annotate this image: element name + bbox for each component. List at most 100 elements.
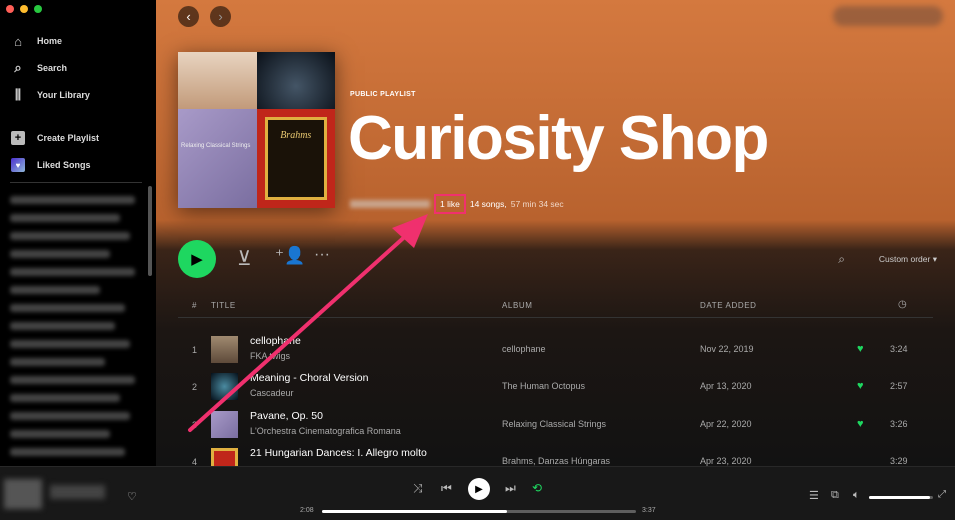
playlist-item[interactable] bbox=[10, 214, 120, 222]
cover-art bbox=[256, 52, 335, 109]
col-album[interactable]: ALBUM bbox=[502, 301, 533, 310]
playlist-item[interactable] bbox=[10, 232, 130, 240]
playlist-item[interactable] bbox=[10, 304, 125, 312]
playlist-duration: 57 min 34 sec bbox=[510, 199, 564, 209]
playlist-item[interactable] bbox=[10, 430, 110, 438]
track-album[interactable]: Relaxing Classical Strings bbox=[502, 419, 606, 429]
liked-songs-button[interactable]: ♥ Liked Songs bbox=[10, 157, 91, 173]
fullscreen-icon[interactable]: ⤢ bbox=[938, 489, 946, 500]
playlist-item[interactable] bbox=[10, 376, 135, 384]
track-number: 4 bbox=[192, 457, 198, 466]
table-header: # TITLE ALBUM DATE ADDED ◷ bbox=[178, 298, 933, 318]
play-pause-button[interactable]: ▶ bbox=[468, 478, 490, 500]
sort-label: Custom order bbox=[878, 254, 931, 264]
close-window-button[interactable] bbox=[6, 5, 14, 13]
track-duration: 2:57 bbox=[890, 381, 908, 391]
like-heart-icon[interactable]: ♡ bbox=[127, 490, 137, 503]
next-icon[interactable]: ⏭ bbox=[505, 481, 516, 496]
table-row[interactable]: 2 Meaning - Choral Version Cascadeur The… bbox=[178, 368, 933, 405]
progress-bar[interactable] bbox=[322, 510, 636, 513]
playlist-item[interactable] bbox=[10, 250, 110, 258]
playlist-item[interactable] bbox=[10, 286, 100, 294]
plus-icon: + bbox=[11, 131, 25, 145]
forward-button[interactable]: › bbox=[210, 6, 231, 27]
playlist-type: PUBLIC PLAYLIST bbox=[350, 91, 416, 98]
playlist-item[interactable] bbox=[10, 268, 135, 276]
playlist-item[interactable] bbox=[10, 358, 105, 366]
volume-icon[interactable]: 🔈︎ bbox=[853, 489, 860, 502]
queue-icon[interactable]: ☰ bbox=[809, 489, 819, 502]
track-album[interactable]: cellophane bbox=[502, 344, 546, 354]
date-added: Apr 13, 2020 bbox=[700, 381, 752, 391]
heart-icon[interactable]: ♥ bbox=[857, 343, 864, 355]
search-in-playlist-button[interactable]: ⌕ bbox=[838, 252, 845, 267]
add-user-icon: ⁺👤 bbox=[275, 246, 306, 265]
nav-label: Your Library bbox=[37, 90, 90, 100]
sidebar-item-search[interactable]: ⌕ Search bbox=[10, 60, 67, 76]
playlist-item[interactable] bbox=[10, 412, 130, 420]
table-row[interactable]: 1 cellophane FKA twigs cellophane Nov 22… bbox=[178, 331, 933, 368]
track-art bbox=[211, 448, 238, 466]
window-controls bbox=[6, 5, 42, 13]
add-user-button[interactable]: ⁺👤 bbox=[275, 246, 305, 266]
volume-slider[interactable] bbox=[869, 496, 933, 499]
track-album[interactable]: The Human Octopus bbox=[502, 381, 585, 391]
track-title[interactable]: cellophane bbox=[250, 335, 301, 347]
col-date[interactable]: DATE ADDED bbox=[700, 301, 757, 310]
col-num: # bbox=[192, 301, 198, 310]
track-artist[interactable]: Cascadeur bbox=[250, 388, 294, 398]
track-artist[interactable]: FKA twigs bbox=[250, 351, 290, 361]
track-artist[interactable]: L'Orchestra Cinematografica Romana bbox=[250, 426, 401, 436]
back-button[interactable]: ‹ bbox=[178, 6, 199, 27]
table-row[interactable]: 3 Pavane, Op. 50 L'Orchestra Cinematogra… bbox=[178, 406, 933, 443]
shuffle-icon[interactable]: ⤨ bbox=[413, 481, 423, 496]
now-playing-info[interactable] bbox=[50, 485, 105, 499]
playlist-item[interactable] bbox=[10, 448, 125, 456]
minimize-window-button[interactable] bbox=[20, 5, 28, 13]
playlist-item[interactable] bbox=[10, 322, 115, 330]
sidebar-item-library[interactable]: ⫼ Your Library bbox=[10, 87, 90, 103]
playlist-item[interactable] bbox=[10, 394, 120, 402]
track-title[interactable]: Meaning - Choral Version bbox=[250, 372, 368, 384]
owner-name[interactable] bbox=[350, 200, 430, 208]
playlist-cover: Relaxing Classical Strings Brahms bbox=[178, 52, 335, 208]
nav-label: Liked Songs bbox=[37, 160, 91, 170]
track-title[interactable]: 21 Hungarian Dances: I. Allegro molto bbox=[250, 447, 427, 459]
elapsed-time: 2:08 bbox=[300, 507, 314, 514]
date-added: Apr 23, 2020 bbox=[700, 456, 752, 466]
previous-icon[interactable]: ⏮ bbox=[441, 481, 452, 496]
playlist-item[interactable] bbox=[10, 340, 130, 348]
track-duration: 3:29 bbox=[890, 456, 908, 466]
play-button[interactable]: ▶ bbox=[178, 240, 216, 278]
heart-icon[interactable]: ♥ bbox=[857, 418, 864, 430]
track-album[interactable]: Brahms, Danzas Húngaras bbox=[502, 456, 610, 466]
cover-art: Brahms bbox=[256, 108, 335, 208]
likes-count: 1 like bbox=[434, 194, 466, 214]
track-title[interactable]: Pavane, Op. 50 bbox=[250, 410, 323, 422]
search-icon: ⌕ bbox=[838, 252, 845, 266]
caret-down-icon: ▾ bbox=[932, 254, 937, 264]
sidebar-scrollbar[interactable] bbox=[148, 186, 152, 276]
more-options-button[interactable]: ··· bbox=[314, 246, 330, 264]
repeat-icon[interactable]: ⟲ bbox=[532, 481, 542, 495]
library-icon: ⫼ bbox=[15, 87, 21, 102]
sidebar-item-home[interactable]: ⌂ Home bbox=[10, 33, 62, 49]
create-playlist-button[interactable]: + Create Playlist bbox=[10, 130, 99, 146]
track-art bbox=[211, 411, 238, 438]
devices-icon[interactable]: ⧉ bbox=[831, 489, 839, 502]
playlist-item[interactable] bbox=[10, 196, 135, 204]
now-playing-art[interactable] bbox=[4, 479, 42, 509]
track-art bbox=[211, 373, 238, 400]
volume-fill bbox=[869, 496, 930, 499]
user-menu[interactable] bbox=[833, 6, 943, 26]
track-number: 2 bbox=[192, 382, 198, 392]
maximize-window-button[interactable] bbox=[34, 5, 42, 13]
heart-icon[interactable]: ♥ bbox=[857, 380, 864, 392]
download-button[interactable]: ⊻ bbox=[237, 246, 252, 271]
sort-dropdown[interactable]: Custom order ▾ bbox=[879, 254, 937, 265]
divider bbox=[10, 182, 142, 183]
col-title[interactable]: TITLE bbox=[211, 301, 236, 310]
track-number: 1 bbox=[192, 345, 198, 355]
table-row[interactable]: 4 21 Hungarian Dances: I. Allegro molto … bbox=[178, 443, 933, 466]
playlist-meta: 1 like 14 songs, 57 min 34 sec bbox=[350, 194, 564, 214]
